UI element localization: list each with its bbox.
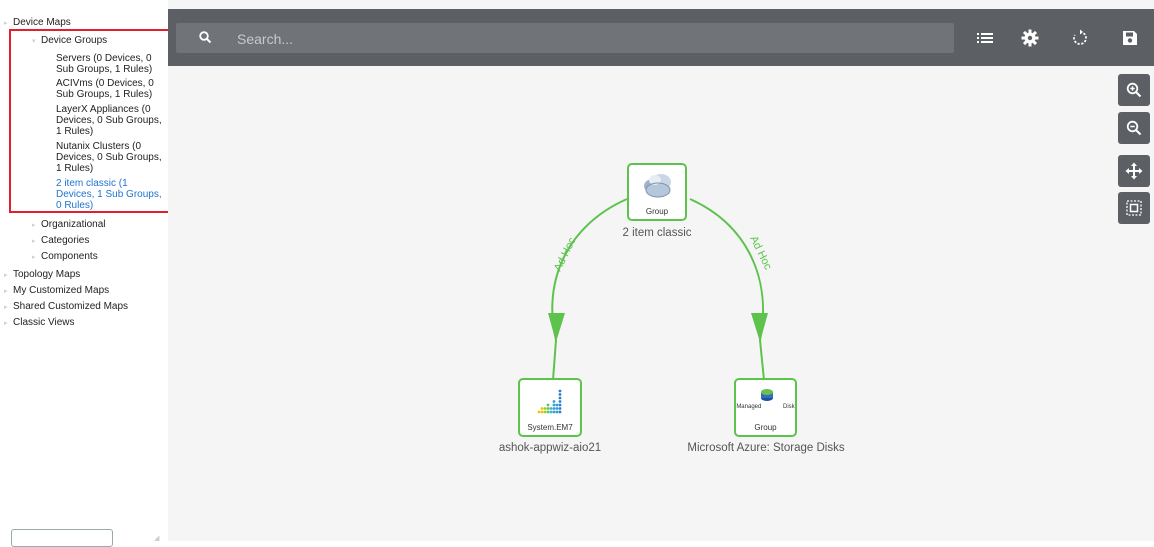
node-name: ashok-appwiz-aio21 bbox=[498, 442, 602, 454]
graph-node-device[interactable]: System.EM7 bbox=[518, 378, 582, 437]
tree-label: Organizational bbox=[41, 219, 106, 230]
map-graph: Ad Hoc Ad Hoc bbox=[548, 198, 774, 381]
tree-label: Topology Maps bbox=[13, 269, 81, 280]
tree-item-classic-views[interactable]: ▸ Classic Views bbox=[4, 317, 163, 328]
expand-icon[interactable]: ▸ bbox=[4, 318, 8, 329]
tree-label: Device Maps bbox=[13, 17, 71, 28]
tree-item-components[interactable]: ▸ Components bbox=[32, 251, 161, 262]
expand-icon[interactable]: ▸ bbox=[4, 302, 8, 313]
sidebar-action-button[interactable] bbox=[11, 529, 113, 547]
tree-item-topology-maps[interactable]: ▸ Topology Maps bbox=[4, 269, 163, 280]
tree-item-my-customized-maps[interactable]: ▸ My Customized Maps bbox=[4, 285, 163, 296]
expand-icon[interactable]: ▸ bbox=[32, 252, 36, 263]
highlight-box bbox=[9, 29, 172, 213]
expand-icon[interactable]: ▸ bbox=[32, 236, 36, 247]
graph-node-group[interactable]: Group bbox=[627, 163, 687, 221]
graph-node-managed-disk[interactable]: Managed Disk Group bbox=[734, 378, 797, 437]
tree-item-shared-customized-maps[interactable]: ▸ Shared Customized Maps bbox=[4, 301, 163, 312]
tree-label: My Customized Maps bbox=[13, 285, 110, 296]
edge-label: Ad Hoc bbox=[552, 235, 579, 273]
tree-label: Categories bbox=[41, 235, 90, 246]
tree-label: Classic Views bbox=[13, 317, 75, 328]
cloud-group-icon bbox=[644, 174, 671, 198]
node-name: 2 item classic bbox=[622, 227, 692, 239]
node-type-label: System.EM7 bbox=[527, 423, 573, 432]
tree-item-organizational[interactable]: ▸ Organizational bbox=[32, 219, 161, 230]
edge-arrow-icon bbox=[751, 313, 768, 342]
map-canvas[interactable]: Ad Hoc Ad Hoc Group 2 item classic bbox=[168, 0, 1154, 541]
node-type-label: Group bbox=[645, 207, 669, 216]
edge-arrow-icon bbox=[548, 313, 565, 342]
resize-grip-icon[interactable]: ◢ bbox=[154, 534, 162, 542]
tree-label: Shared Customized Maps bbox=[13, 301, 129, 312]
tree-label: Components bbox=[41, 251, 98, 262]
managed-disk-icon bbox=[761, 389, 773, 401]
tree-item-device-maps[interactable]: ▸ Device Maps bbox=[4, 17, 163, 28]
node-type-label: Group bbox=[754, 423, 777, 432]
expand-icon[interactable]: ▸ bbox=[4, 270, 8, 281]
edge-label: Ad Hoc bbox=[747, 234, 774, 272]
expand-icon[interactable]: ▸ bbox=[32, 220, 36, 231]
tree-item-categories[interactable]: ▸ Categories bbox=[32, 235, 161, 246]
node-name: Microsoft Azure: Storage Disks bbox=[687, 442, 845, 454]
sidebar-tree: ▸ Device Maps ▾ Device Groups Servers (0… bbox=[0, 0, 172, 547]
expand-icon[interactable]: ▸ bbox=[4, 18, 8, 29]
em7-dots-icon bbox=[537, 389, 562, 414]
disk-badge-label: Managed Disk bbox=[736, 404, 795, 410]
expand-icon[interactable]: ▸ bbox=[4, 286, 8, 297]
